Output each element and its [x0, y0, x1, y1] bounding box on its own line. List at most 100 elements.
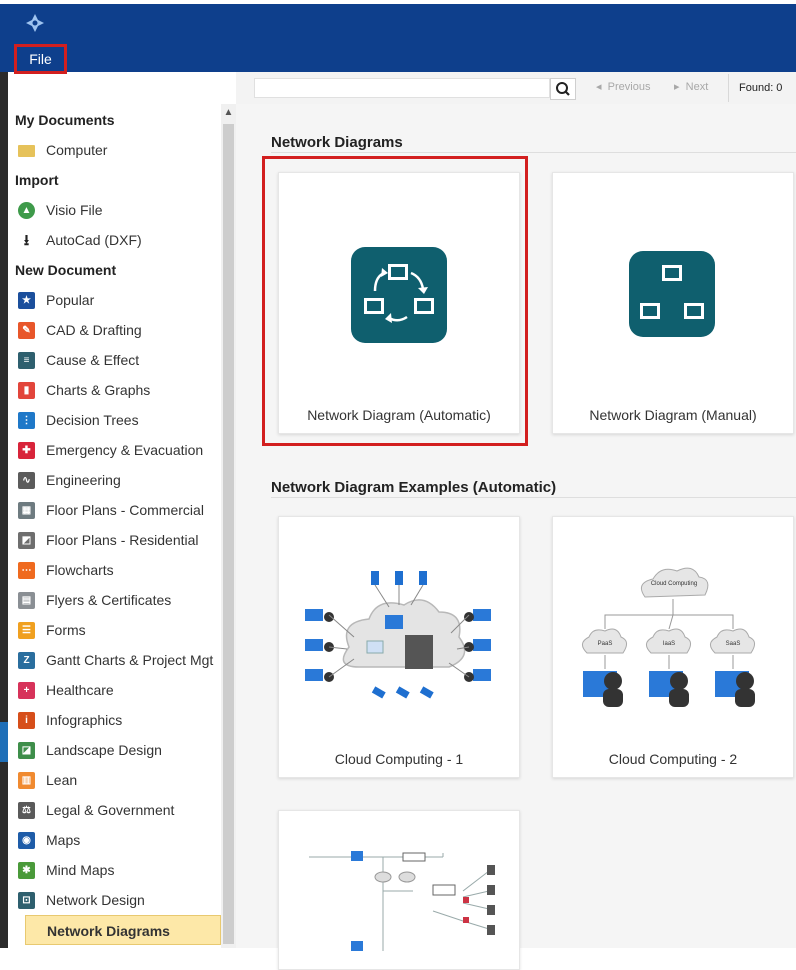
sidebar-item-label: Flowcharts	[46, 562, 114, 578]
sidebar-item-network-diagrams[interactable]: Network Diagrams	[25, 915, 221, 945]
sidebar-item-gantt-charts-project-mgt[interactable]: Z Gantt Charts & Project Mgt	[8, 645, 221, 675]
sidebar-item-label: Gantt Charts & Project Mgt	[46, 652, 214, 668]
template-card-cloud-computing-1[interactable]: Cloud Computing - 1	[278, 516, 520, 778]
file-menu[interactable]: File	[14, 44, 67, 74]
sidebar-item-label: Maps	[46, 832, 81, 848]
sidebar-item-cad-drafting[interactable]: ✎ CAD & Drafting	[8, 315, 221, 345]
sidebar-item-label: Mind Maps	[46, 862, 115, 878]
sidebar-item-label: Network Diagrams	[47, 923, 170, 939]
sidebar-item-forms[interactable]: ☰ Forms	[8, 615, 221, 645]
selection-highlight	[262, 156, 528, 446]
sidebar-item-label: Infographics	[46, 712, 123, 728]
title-bar: File	[0, 0, 796, 74]
network-flow-thumbnail	[309, 851, 495, 951]
sidebar-item-popular[interactable]: ★ Popular	[8, 285, 221, 315]
sidebar-item-floor-plans-residential[interactable]: ◩ Floor Plans - Residential	[8, 525, 221, 555]
sidebar-item-decision-trees[interactable]: ⋮ Decision Trees	[8, 405, 221, 435]
sidebar-item-label: Cause & Effect	[46, 352, 140, 368]
section-title-examples: Network Diagram Examples (Automatic)	[271, 479, 557, 496]
sidebar-item-label: Floor Plans - Residential	[46, 532, 199, 548]
forms-icon: ☰	[18, 622, 35, 639]
sidebar-item-charts-graphs[interactable]: ▮ Charts & Graphs	[8, 375, 221, 405]
sidebar-item-label: Network Design	[46, 892, 145, 908]
app-logo-icon	[26, 14, 44, 32]
star-icon: ★	[18, 292, 35, 309]
search-input[interactable]	[254, 78, 550, 98]
sidebar-item-label: Visio File	[46, 202, 103, 218]
sidebar-item-emergency-evacuation[interactable]: ✚ Emergency & Evacuation	[8, 435, 221, 465]
sidebar-item-computer[interactable]: Computer	[8, 135, 221, 165]
sidebar-item-maps[interactable]: ◉ Maps	[8, 825, 221, 855]
sidebar-item-cause-effect[interactable]: ≡ Cause & Effect	[8, 345, 221, 375]
template-card-network-manual[interactable]: Network Diagram (Manual)	[552, 172, 794, 434]
mind-map-icon: ✱	[18, 862, 35, 879]
sidebar-scrollbar[interactable]: ▲	[221, 104, 236, 948]
sidebar-item-floor-plans-commercial[interactable]: ▦ Floor Plans - Commercial	[8, 495, 221, 525]
floor-plan-commercial-icon: ▦	[18, 502, 35, 519]
network-design-icon: ⊡	[18, 892, 35, 909]
sidebar-item-infographics[interactable]: i Infographics	[8, 705, 221, 735]
scroll-thumb[interactable]	[223, 124, 234, 944]
section-title-network-diagrams: Network Diagrams	[271, 134, 403, 151]
flowchart-icon: ⋯	[18, 562, 35, 579]
import-heading: Import	[15, 172, 59, 188]
chart-icon: ▮	[18, 382, 35, 399]
sidebar-item-label: Decision Trees	[46, 412, 139, 428]
card-label: Cloud Computing - 2	[608, 751, 738, 767]
folder-icon	[18, 145, 35, 157]
sidebar-item-label: Emergency & Evacuation	[46, 442, 204, 458]
cad-icon: ✎	[18, 322, 35, 339]
template-gallery: Network Diagrams Network Diagram (Automa…	[236, 104, 796, 970]
sidebar-item-label: Computer	[46, 142, 108, 158]
sidebar-item-autocad[interactable]: ⭳ AutoCad (DXF)	[8, 225, 221, 255]
download-icon: ⭳	[23, 232, 30, 249]
sidebar-item-flowcharts[interactable]: ⋯ Flowcharts	[8, 555, 221, 585]
infographics-icon: i	[18, 712, 35, 729]
network-manual-icon	[629, 251, 715, 337]
sidebar-item-label: Healthcare	[46, 682, 114, 698]
sidebar-item-label: Flyers & Certificates	[46, 592, 172, 608]
sidebar-item-label: Lean	[46, 772, 78, 788]
sidebar-item-legal-government[interactable]: ⚖ Legal & Government	[8, 795, 221, 825]
gantt-icon: Z	[18, 652, 35, 669]
sidebar-item-label: Landscape Design	[46, 742, 162, 758]
sidebar-item-label: Legal & Government	[46, 802, 175, 818]
sidebar-item-network-design[interactable]: ⊡ Network Design	[8, 885, 221, 915]
chevron-left-icon: ◂	[596, 81, 602, 93]
next-button[interactable]: ▸ Next	[674, 80, 708, 93]
cloud-network-thumbnail	[305, 571, 491, 699]
chevron-right-icon: ▸	[674, 81, 680, 93]
cause-effect-icon: ≡	[18, 352, 35, 369]
sidebar-item-label: Charts & Graphs	[46, 382, 151, 398]
new-document-heading: New Document	[15, 262, 117, 278]
legal-icon: ⚖	[18, 802, 35, 819]
cloud-tag: IaaS	[663, 641, 675, 647]
search-bar: ◂ Previous ▸ Next Found: 0	[236, 72, 796, 104]
flyer-icon: ▤	[18, 592, 35, 609]
previous-button[interactable]: ◂ Previous	[596, 80, 650, 93]
template-card-network-example-3[interactable]	[278, 810, 520, 970]
sidebar-item-flyers-certificates[interactable]: ▤ Flyers & Certificates	[8, 585, 221, 615]
sidebar-item-label: CAD & Drafting	[46, 322, 142, 338]
cloud-tag: SaaS	[726, 641, 741, 647]
category-list: ★ Popular ✎ CAD & Drafting ≡ Cause & Effect ▮ C…	[8, 285, 221, 915]
cloud-caption: Cloud Computing	[651, 581, 697, 587]
decision-tree-icon: ⋮	[18, 412, 35, 429]
card-label: Cloud Computing - 1	[334, 751, 464, 767]
sidebar-item-mind-maps[interactable]: ✱ Mind Maps	[8, 855, 221, 885]
divider	[271, 152, 796, 153]
window-left-edge	[0, 72, 8, 948]
template-card-cloud-computing-2[interactable]: Cloud Computing PaaS IaaS SaaS Cloud Com…	[552, 516, 794, 778]
search-button[interactable]	[550, 78, 576, 100]
lean-icon: ▥	[18, 772, 35, 789]
divider	[271, 497, 796, 498]
sidebar-item-landscape-design[interactable]: ◪ Landscape Design	[8, 735, 221, 765]
healthcare-icon: +	[18, 682, 35, 699]
sidebar-item-lean[interactable]: ▥ Lean	[8, 765, 221, 795]
cloud-tag: PaaS	[598, 641, 613, 647]
maps-icon: ◉	[18, 832, 35, 849]
sidebar-item-visio-file[interactable]: ▲ Visio File	[8, 195, 221, 225]
scroll-up-icon[interactable]: ▲	[221, 104, 236, 122]
sidebar-item-engineering[interactable]: ∿ Engineering	[8, 465, 221, 495]
sidebar-item-healthcare[interactable]: + Healthcare	[8, 675, 221, 705]
